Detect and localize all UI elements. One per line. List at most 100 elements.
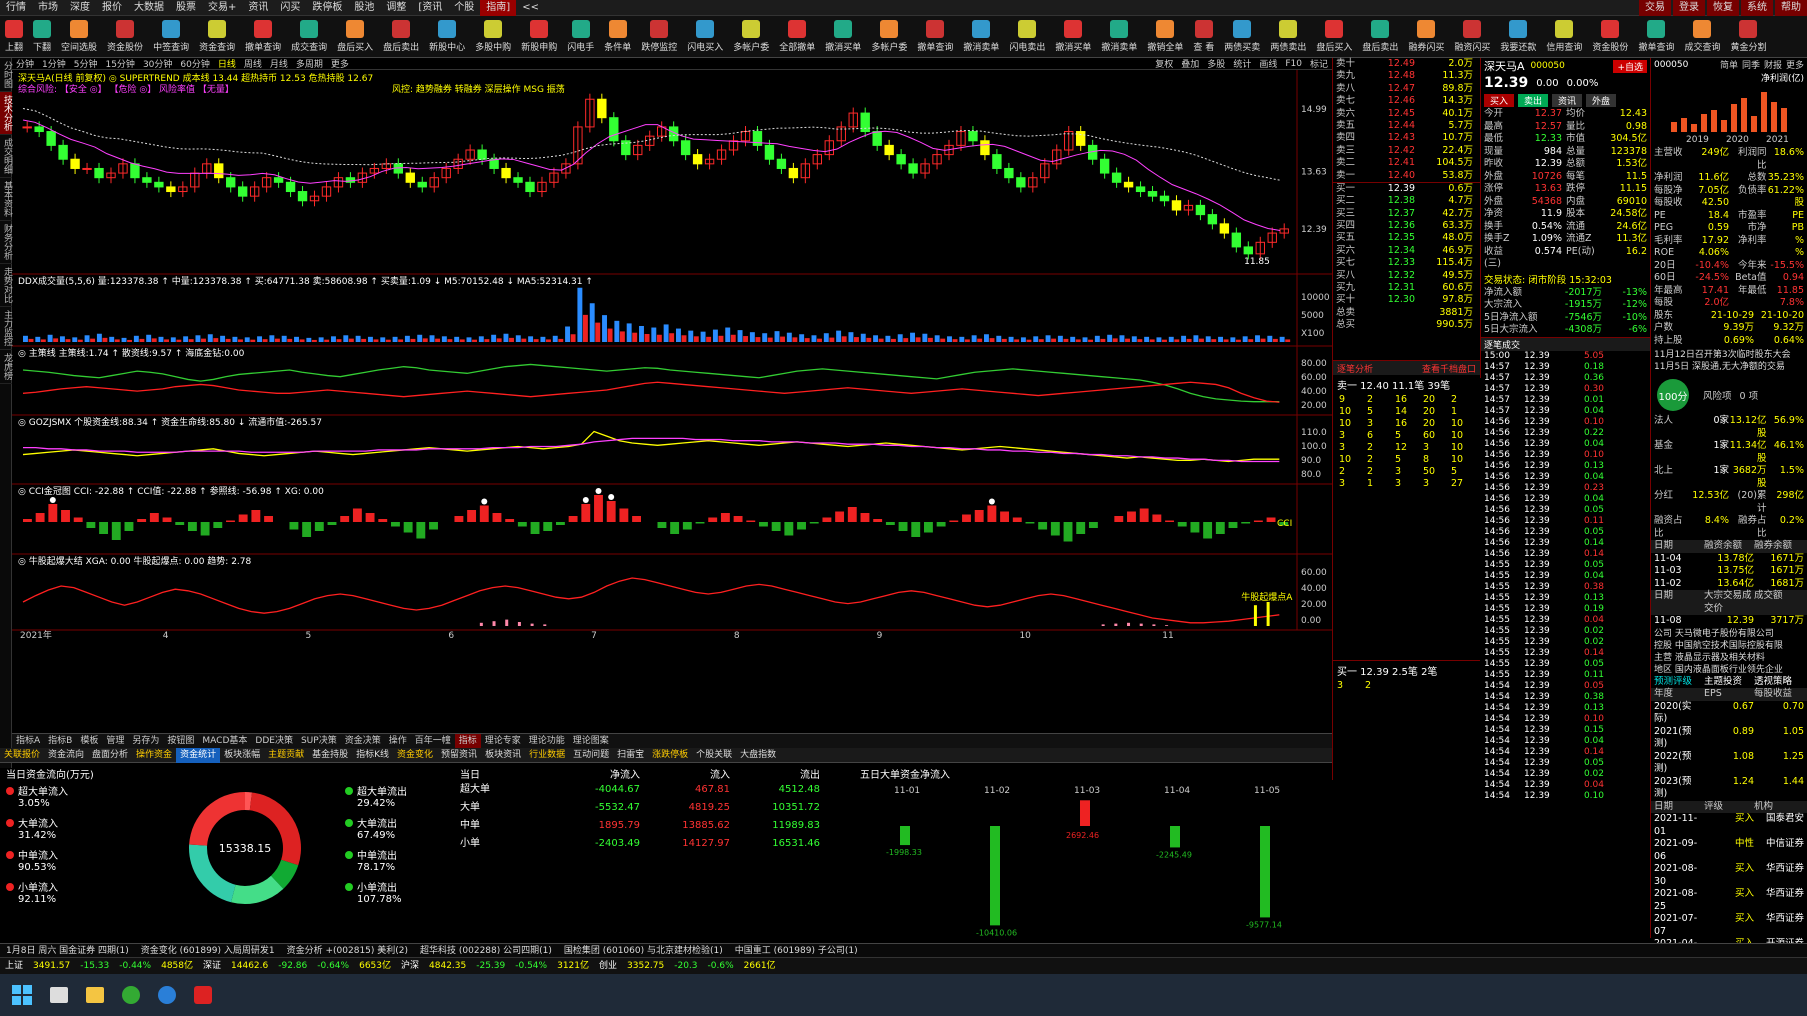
buy-level[interactable]: 买十 12.30 97.8万: [1333, 294, 1480, 306]
quote-tab[interactable]: 外盘: [1586, 93, 1617, 107]
toolbar-button[interactable]: 盘后卖出: [378, 16, 424, 58]
stock-app-icon[interactable]: [194, 986, 212, 1004]
sell-level[interactable]: 卖十 12.49 2.0万: [1333, 58, 1480, 70]
toolbar-button[interactable]: 撤销全单: [1142, 16, 1188, 58]
toolbar-button[interactable]: 查 看: [1188, 16, 1219, 58]
menu-item[interactable]: 闪买: [274, 0, 306, 16]
toolbar-button[interactable]: 黄金分割: [1725, 16, 1771, 58]
ticker-item[interactable]: 资金分析 +(002815) 美利(2): [281, 944, 414, 958]
indicator-tab[interactable]: 理论图案: [569, 734, 613, 748]
chart-right-tab[interactable]: 统计: [1229, 57, 1255, 70]
right-tab[interactable]: 简单: [1720, 58, 1738, 71]
toolbar-button[interactable]: 资金股份: [102, 16, 148, 58]
period-tab[interactable]: 日线: [214, 57, 240, 70]
ticker-item[interactable]: 资金变化 (601899) 入局周研发1: [135, 944, 281, 958]
fund-tab[interactable]: 资金统计: [176, 747, 221, 763]
left-tab[interactable]: 财务分析: [0, 221, 12, 264]
menu-item[interactable]: 股票: [170, 0, 202, 16]
right-tab[interactable]: 财报: [1764, 58, 1782, 71]
forecast-tab[interactable]: 主题投资: [1704, 676, 1754, 689]
news-item[interactable]: 11月12日召开第3次临时股东大会: [1654, 349, 1804, 361]
indicator-tab[interactable]: 理论功能: [525, 734, 569, 748]
chart-right-tab[interactable]: 标记: [1306, 57, 1332, 70]
menu-item[interactable]: 个股: [448, 0, 480, 16]
queue-tab-detail[interactable]: 查看千档盘口: [1422, 362, 1476, 375]
toolbar-button[interactable]: 成交查询: [1679, 16, 1725, 58]
quote-tab[interactable]: 资讯: [1552, 93, 1583, 107]
toolbar-button[interactable]: 盘后卖出: [1357, 16, 1403, 58]
buy-level[interactable]: 买八 12.32 49.5万: [1333, 270, 1480, 282]
indicator-tab[interactable]: 指标B: [44, 734, 76, 748]
buy-level[interactable]: 买五 12.35 48.0万: [1333, 232, 1480, 244]
folder-icon[interactable]: [86, 987, 104, 1003]
windows-start-icon[interactable]: [12, 985, 32, 1005]
toolbar-button[interactable]: 撤消卖单: [1096, 16, 1142, 58]
fund-tab[interactable]: 操作资金: [132, 748, 176, 763]
queue-tab-sell[interactable]: 逐笔分析: [1337, 362, 1373, 375]
toolbar-button[interactable]: 两债买卖: [1219, 16, 1265, 58]
menu-item[interactable]: [资讯: [412, 0, 448, 16]
toolbar-button[interactable]: 资金查询: [194, 16, 240, 58]
toolbar-button[interactable]: 撤消买单: [1050, 16, 1096, 58]
indicator-tab[interactable]: DDE决策: [251, 734, 297, 748]
sell-level[interactable]: 卖一 12.40 53.8万: [1333, 170, 1480, 182]
toolbar-button[interactable]: 我要还款: [1495, 16, 1541, 58]
fund-tab[interactable]: 互动问题: [569, 748, 613, 763]
buy-level[interactable]: 买一 12.39 0.6万: [1333, 183, 1480, 195]
period-tab[interactable]: 周线: [240, 57, 266, 70]
sell-level[interactable]: 卖六 12.45 40.1万: [1333, 108, 1480, 120]
toolbar-button[interactable]: 新股申购: [516, 16, 562, 58]
fund-tab[interactable]: 主题贡献: [264, 748, 308, 763]
buy-level[interactable]: 买六 12.34 46.9万: [1333, 245, 1480, 257]
menu-item[interactable]: 报价: [96, 0, 128, 16]
ticker-item[interactable]: 国检集团 (601060) 与北京建材检验(1): [558, 944, 729, 958]
quote-tab[interactable]: 卖出: [1518, 93, 1549, 107]
buy-level[interactable]: 买三 12.37 42.7万: [1333, 208, 1480, 220]
toolbar-button[interactable]: 多股中购: [470, 16, 516, 58]
fund-tab[interactable]: 板块涨幅: [220, 748, 264, 763]
left-tab[interactable]: 主力监控: [0, 307, 12, 350]
toolbar-button[interactable]: 上翻: [0, 16, 28, 58]
chart-right-tab[interactable]: 多股: [1203, 57, 1229, 70]
toolbar-button[interactable]: 盘后买入: [1311, 16, 1357, 58]
sell-level[interactable]: 卖五 12.44 5.7万: [1333, 120, 1480, 132]
toolbar-button[interactable]: 多帐户委: [866, 16, 912, 58]
fund-tab[interactable]: 大盘指数: [736, 748, 780, 763]
toolbar-button[interactable]: 撤单查询: [1633, 16, 1679, 58]
ticker-item[interactable]: 超华科技 (002288) 公司四期(1): [414, 944, 558, 958]
chart-right-tab[interactable]: 叠加: [1177, 57, 1203, 70]
fund-tab[interactable]: 扫雷宝: [613, 748, 648, 763]
chrome-icon[interactable]: [122, 986, 140, 1004]
chart-right-tab[interactable]: F10: [1281, 59, 1306, 69]
left-tab[interactable]: 技术分析: [0, 92, 12, 135]
chart-right-tab[interactable]: 画线: [1255, 57, 1281, 70]
buy-level[interactable]: 买四 12.36 63.3万: [1333, 220, 1480, 232]
quote-tab[interactable]: 买入: [1484, 93, 1515, 107]
sell-level[interactable]: 卖二 12.41 104.5万: [1333, 157, 1480, 169]
left-tab[interactable]: 分时图: [0, 58, 12, 92]
toolbar-button[interactable]: 资金股份: [1587, 16, 1633, 58]
sell-level[interactable]: 卖四 12.43 10.7万: [1333, 132, 1480, 144]
toolbar-button[interactable]: 新股中心: [424, 16, 470, 58]
indicator-tab[interactable]: 另存为: [128, 734, 163, 748]
toolbar-button[interactable]: 撤消卖单: [958, 16, 1004, 58]
fund-tab[interactable]: 行业数据: [525, 748, 569, 763]
indicator-tab[interactable]: 操作: [385, 734, 411, 748]
toolbar-button[interactable]: 信用查询: [1541, 16, 1587, 58]
score-badge[interactable]: 100分: [1657, 379, 1689, 411]
sell-level[interactable]: 卖九 12.48 11.3万: [1333, 70, 1480, 82]
toolbar-button[interactable]: 撤单查询: [912, 16, 958, 58]
menu-right-item[interactable]: 登录: [1673, 0, 1705, 16]
toolbar-button[interactable]: 两债卖出: [1265, 16, 1311, 58]
left-tab[interactable]: 走势对比: [0, 264, 12, 307]
menu-right-item[interactable]: 系统: [1741, 0, 1773, 16]
fund-tab[interactable]: 板块资讯: [481, 748, 525, 763]
period-tab[interactable]: 多周期: [292, 57, 327, 70]
toolbar-button[interactable]: 盘后买入: [332, 16, 378, 58]
period-tab[interactable]: 5分钟: [70, 57, 102, 70]
toolbar-button[interactable]: 条件单: [599, 16, 636, 58]
period-tab[interactable]: 1分钟: [38, 57, 70, 70]
indicator-tab[interactable]: 指标: [454, 734, 481, 748]
menu-item[interactable]: 股池: [348, 0, 380, 16]
menu-item[interactable]: 大数据: [128, 0, 170, 16]
